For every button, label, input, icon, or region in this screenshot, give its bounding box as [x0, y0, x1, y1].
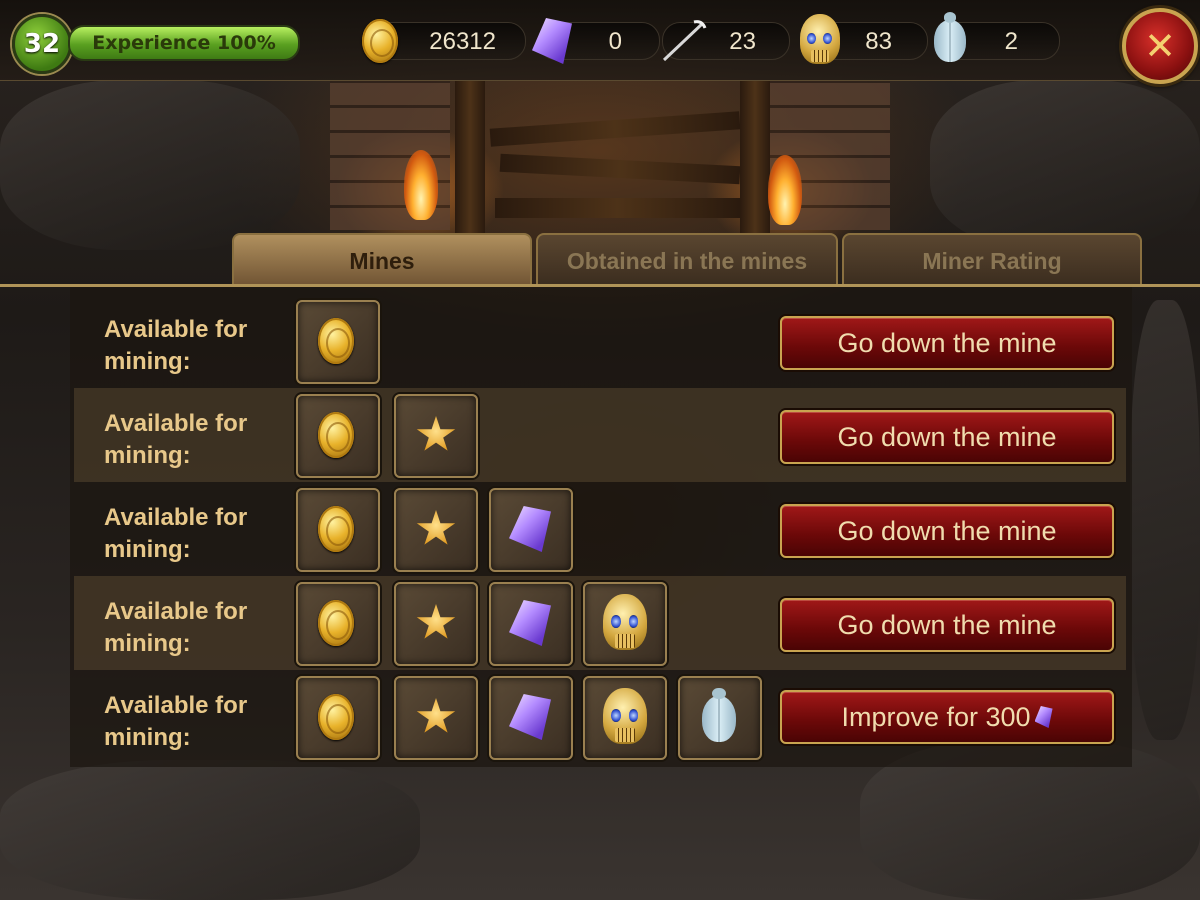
action-label: Go down the mine: [837, 327, 1057, 358]
torch-right-icon: [768, 155, 802, 225]
torch-left-icon: [404, 150, 438, 220]
reward-slot-coin: [296, 300, 380, 384]
tab-miner-rating[interactable]: Miner Rating: [842, 233, 1142, 287]
star-icon: [416, 416, 456, 451]
action-label: Go down the mine: [837, 421, 1057, 452]
coin-icon: [318, 600, 354, 646]
reward-slot-coin: [296, 488, 380, 572]
action-label: Go down the mine: [837, 515, 1057, 546]
star-icon: [416, 604, 456, 639]
mine-row-label: Available for mining:: [104, 316, 248, 375]
coin-icon: [318, 412, 354, 458]
experience-label: Experience 100%: [92, 32, 276, 54]
action-label: Go down the mine: [837, 609, 1057, 640]
mine-row-3: Available for mining: Go down the mine: [74, 482, 1126, 576]
skulls-value: 83: [865, 28, 892, 55]
star-icon: [416, 510, 456, 545]
go-down-mine-button[interactable]: Go down the mine: [780, 410, 1114, 464]
coin-icon: [318, 506, 354, 552]
level-badge: 32: [12, 14, 72, 74]
close-button[interactable]: ✕: [1122, 8, 1198, 84]
golden-skull-icon: [603, 594, 647, 650]
tab-obtained-in-mines[interactable]: Obtained in the mines: [536, 233, 838, 287]
coin-icon: [318, 694, 354, 740]
reward-slot-crystal: [489, 676, 573, 760]
experience-bar: Experience 100%: [68, 25, 300, 61]
mine-row-label: Available for mining:: [104, 504, 248, 563]
go-down-mine-button[interactable]: Go down the mine: [780, 598, 1114, 652]
mine-row-2: Available for mining: Go down the mine: [74, 388, 1126, 482]
scarab-icon: [702, 687, 736, 742]
reward-slot-star: [394, 394, 478, 478]
star-icon: [416, 698, 456, 733]
reward-slot-skull: [583, 676, 667, 760]
crystal-icon: [509, 694, 551, 740]
mine-row-4: Available for mining: Go down the mine: [74, 576, 1126, 670]
mine-row-label: Available for mining:: [104, 410, 248, 469]
go-down-mine-button[interactable]: Go down the mine: [780, 504, 1114, 558]
reward-slot-crystal: [489, 488, 573, 572]
pickaxe-value: 23: [729, 28, 756, 55]
tab-mines[interactable]: Mines: [232, 233, 532, 287]
coins-value: 26312: [429, 28, 496, 55]
golden-skull-icon: [603, 688, 647, 744]
reward-slot-crystal: [489, 582, 573, 666]
reward-slot-star: [394, 488, 478, 572]
coin-icon: [318, 318, 354, 364]
reward-slot-skull: [583, 582, 667, 666]
action-label: Improve for 300: [841, 701, 1031, 732]
crystal-icon: [1034, 706, 1053, 728]
mine-row-label: Available for mining:: [104, 692, 248, 751]
reward-slot-star: [394, 582, 478, 666]
crystal-icon: [509, 600, 551, 646]
go-down-mine-button[interactable]: Go down the mine: [780, 316, 1114, 370]
reward-slot-scarab: [678, 676, 762, 760]
crystal-icon: [509, 506, 551, 552]
crystals-value: 0: [608, 28, 622, 55]
golden-skull-icon: [800, 14, 840, 64]
top-bar: 32 Experience 100% 26312 0 23 83 2 ✕: [0, 0, 1200, 84]
scarabs-value: 2: [1004, 28, 1018, 55]
mine-row-1: Available for mining: Go down the mine: [74, 294, 1126, 388]
reward-slot-coin: [296, 582, 380, 666]
reward-slot-star: [394, 676, 478, 760]
improve-mine-button[interactable]: Improve for 300: [780, 690, 1114, 744]
scarab-icon: [934, 12, 966, 62]
coin-icon: [362, 19, 398, 63]
reward-slot-coin: [296, 676, 380, 760]
reward-slot-coin: [296, 394, 380, 478]
mine-row-label: Available for mining:: [104, 598, 248, 657]
mine-row-5: Available for mining: Improve for 300: [74, 670, 1126, 764]
